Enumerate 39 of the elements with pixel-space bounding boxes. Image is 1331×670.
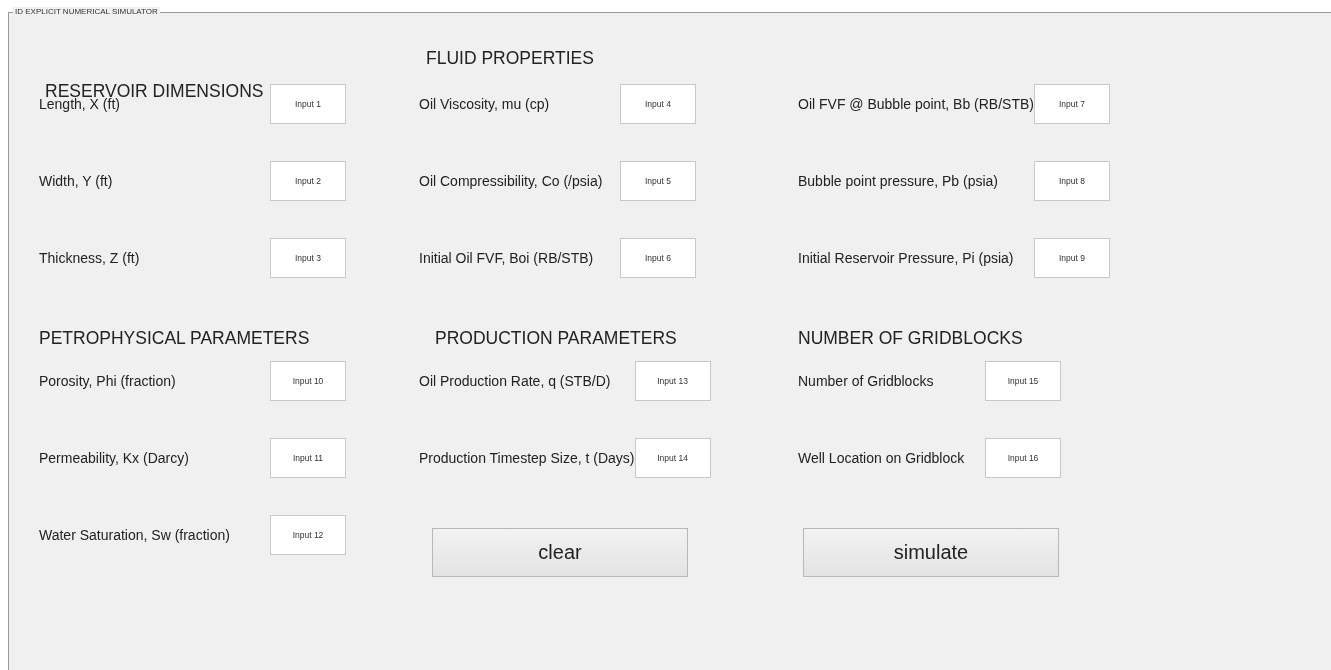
field-label: Oil Production Rate, q (STB/D) (418, 373, 611, 389)
field-label: Length, X (ft) (38, 96, 120, 112)
input-field[interactable]: Input 14 (634, 438, 711, 478)
input-field[interactable]: Input 11 (270, 438, 346, 478)
input-field[interactable]: Input 5 (620, 161, 696, 201)
field-label: Water Saturation, Sw (fraction) (38, 527, 230, 543)
input-field[interactable]: Input 7 (1033, 84, 1110, 124)
input-field[interactable]: Input 13 (634, 361, 711, 401)
panel-title: ID EXPLICIT NUMERICAL SIMULATOR (13, 7, 160, 16)
field-label: Width, Y (ft) (38, 173, 113, 189)
input-field[interactable]: Input 6 (620, 238, 696, 278)
field-label: Number of Gridblocks (797, 373, 934, 389)
input-field[interactable]: Input 10 (270, 361, 346, 401)
input-field[interactable]: Input 3 (270, 238, 346, 278)
input-field[interactable]: Input 9 (1033, 238, 1110, 278)
input-field[interactable]: Input 2 (270, 161, 346, 201)
section-heading: PETROPHYSICAL PARAMETERS (38, 327, 311, 349)
field-label: Well Location on Gridblock (797, 450, 965, 466)
field-label: Permeability, Kx (Darcy) (38, 450, 189, 466)
field-label: Oil Compressibility, Co (/psia) (418, 173, 603, 189)
input-field[interactable]: Input 8 (1033, 161, 1110, 201)
field-label: Oil FVF @ Bubble point, Bb (RB/STB) (797, 96, 1034, 112)
field-label: Initial Reservoir Pressure, Pi (psia) (797, 250, 1014, 266)
field-label: Oil Viscosity, mu (cp) (418, 96, 550, 112)
field-label: Initial Oil FVF, Boi (RB/STB) (418, 250, 594, 266)
input-field[interactable]: Input 15 (985, 361, 1061, 401)
action-button[interactable]: clear (432, 528, 688, 577)
field-label: Production Timestep Size, t (Days) (418, 450, 635, 466)
field-label: Thickness, Z (ft) (38, 250, 140, 266)
input-field[interactable]: Input 16 (985, 438, 1061, 478)
section-heading: PRODUCTION PARAMETERS (434, 327, 678, 349)
input-field[interactable]: Input 12 (270, 515, 346, 555)
section-heading: NUMBER OF GRIDBLOCKS (797, 327, 1024, 349)
input-field[interactable]: Input 4 (620, 84, 696, 124)
input-field[interactable]: Input 1 (270, 84, 346, 124)
field-label: Porosity, Phi (fraction) (38, 373, 176, 389)
section-heading: FLUID PROPERTIES (425, 48, 595, 69)
field-label: Bubble point pressure, Pb (psia) (797, 173, 998, 189)
action-button[interactable]: simulate (803, 528, 1059, 577)
